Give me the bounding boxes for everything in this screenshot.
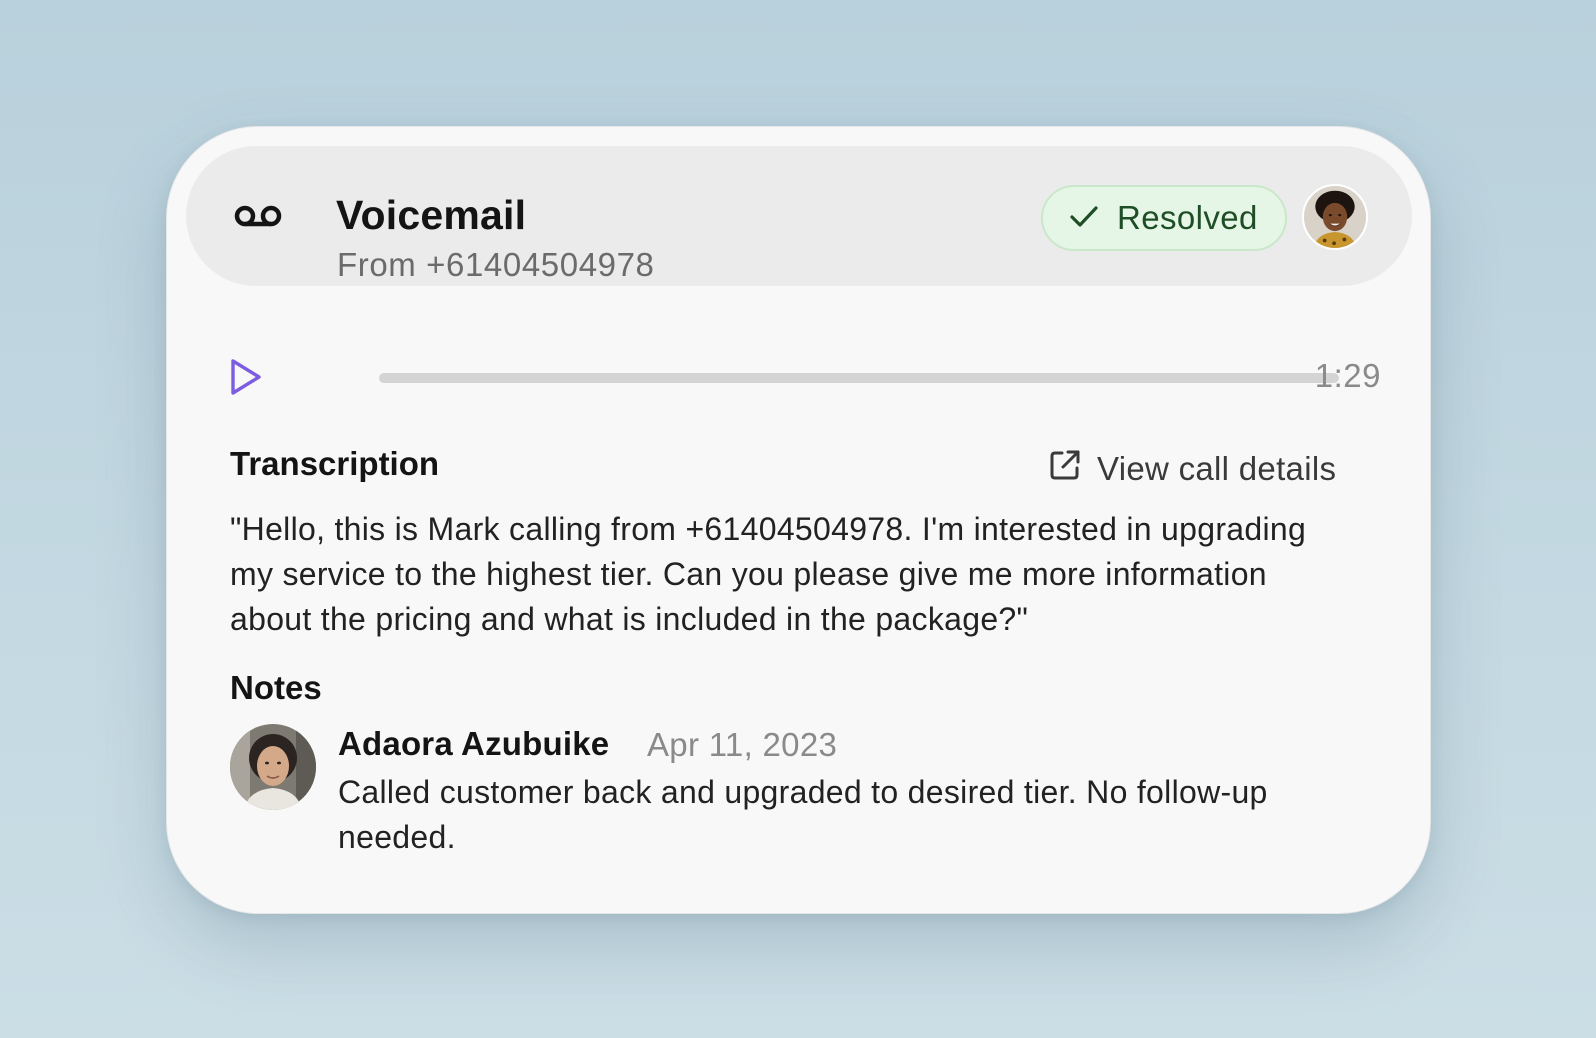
status-label: Resolved <box>1117 199 1258 236</box>
view-call-details-label: View call details <box>1097 450 1337 487</box>
note-date: Apr 11, 2023 <box>647 726 838 763</box>
audio-player: 1:29 <box>227 352 1380 402</box>
assignee-avatar[interactable] <box>1302 184 1368 250</box>
play-icon[interactable] <box>227 356 265 398</box>
view-call-details-link[interactable]: View call details <box>1047 447 1336 491</box>
voicemail-title: Voicemail <box>336 192 527 238</box>
duration-label: 1:29 <box>1314 357 1381 394</box>
note-text: Called customer back and upgraded to des… <box>338 774 1268 855</box>
notes-heading: Notes <box>230 669 322 706</box>
voicemail-icon <box>234 201 282 231</box>
checkmark-icon <box>1067 199 1117 238</box>
voicemail-header: Voicemail From +61404504978 Resolved <box>186 146 1412 286</box>
playback-scrubber[interactable] <box>379 373 1339 383</box>
status-badge[interactable]: Resolved <box>1041 185 1287 251</box>
voicemail-card: Voicemail From +61404504978 Resolved 1:2… <box>166 126 1431 914</box>
caller-number: From +61404504978 <box>337 246 655 283</box>
transcription-text: "Hello, this is Mark calling from +61404… <box>230 511 1307 637</box>
transcription-heading: Transcription <box>230 445 440 482</box>
note-author: Adaora Azubuike <box>338 725 610 762</box>
external-link-icon <box>1047 447 1097 491</box>
note-author-avatar <box>230 724 316 810</box>
